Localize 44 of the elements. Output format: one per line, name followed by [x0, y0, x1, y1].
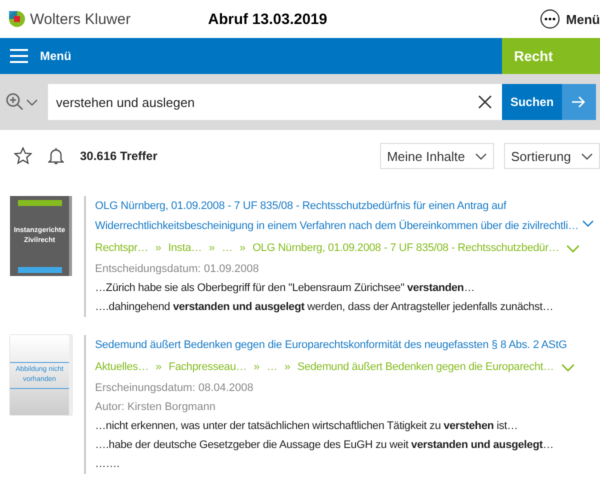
result-meta: Entscheidungsdatum: 01.09.2008	[95, 262, 260, 277]
brand-name: Wolters Kluwer	[30, 10, 132, 28]
breadcrumb-link[interactable]: OLG Nürnberg, 01.09.2008 - 7 UF 835/08 - Rechtsschutzbedür…	[252, 242, 560, 254]
hit-count: 30.616 Treffer	[80, 149, 158, 163]
logo-icon	[9, 11, 25, 27]
go-button[interactable]	[562, 84, 596, 120]
result-snippet: ….habe der deutsche Gesetzgeber die Aussage des EuGH zu weit verstanden und ausgelegt…	[95, 438, 554, 453]
search-field[interactable]: verstehen und auslegen	[48, 84, 468, 120]
menu-icon	[10, 49, 28, 63]
clear-button[interactable]	[468, 84, 502, 120]
result-meta: Autor: Kirsten Borgmann	[95, 400, 216, 415]
menu-button[interactable]: Menü	[0, 38, 502, 74]
search-button[interactable]: Suchen	[502, 84, 562, 120]
result-snippet: …….	[95, 457, 120, 472]
breadcrumb-separator: »	[240, 242, 246, 254]
star-icon[interactable]	[14, 147, 32, 165]
filter-dropdown[interactable]: Sortierung	[504, 143, 600, 169]
arrow-icon	[572, 96, 586, 108]
breadcrumb-link[interactable]: Sedemund äußert Bedenken gegen die Europarecht…	[297, 361, 554, 373]
result-snippet: …nicht erkennen, was unter der tatsächlichen wirtschaftlichen Tätigkeit zu verstehen ist…	[95, 419, 519, 434]
zoom-in-icon	[6, 93, 24, 111]
breadcrumb-link[interactable]: Insta…	[168, 242, 202, 254]
result-snippet: …Zürich habe sie als Oberbegriff für den "Lebensraum Zürichsee" verstanden…	[95, 281, 476, 296]
result-snippet: ….dahingehend verstanden und ausgelegt werden, dass der Antragsteller jedenfalls zunächst…	[95, 300, 554, 315]
retrieval-date: Abruf 13.03.2019	[208, 10, 328, 28]
menu-link[interactable]: Menü	[566, 12, 600, 26]
section-tab[interactable]: Recht	[502, 38, 600, 74]
breadcrumb-link[interactable]: Aktuelles…	[95, 361, 149, 373]
breadcrumb-separator: »	[284, 361, 290, 373]
filter-dropdown[interactable]: Meine Inhalte	[380, 143, 494, 169]
result-meta: Erscheinungsdatum: 08.04.2008	[95, 381, 254, 396]
result-title[interactable]: Sedemund äußert Bedenken gegen die Europarechtskonformität des neugefassten § 8 Abs. 2 AStG	[95, 335, 600, 355]
bell-icon[interactable]	[48, 147, 64, 165]
result-title[interactable]: OLG Nürnberg, 01.09.2008 - 7 UF 835/08 - Rechtsschutzbedürfnis für einen Antrag auf Widerrechtlichkeitsbescheinigung in einem Verfahren nach dem Übereinkommen über die zivilrechtli…	[95, 196, 600, 236]
breadcrumb-separator: »	[156, 361, 162, 373]
breadcrumb-separator: »	[208, 242, 215, 254]
breadcrumb-link[interactable]: …	[266, 361, 278, 373]
more-icon[interactable]	[540, 9, 560, 29]
breadcrumb-link[interactable]: Rechtspr…	[95, 242, 148, 254]
breadcrumb-separator: »	[155, 242, 162, 254]
close-icon	[478, 95, 492, 109]
breadcrumb-link[interactable]: Fachpresseau…	[168, 361, 247, 373]
breadcrumb-separator: »	[254, 361, 260, 373]
breadcrumb-link[interactable]: …	[222, 242, 233, 254]
